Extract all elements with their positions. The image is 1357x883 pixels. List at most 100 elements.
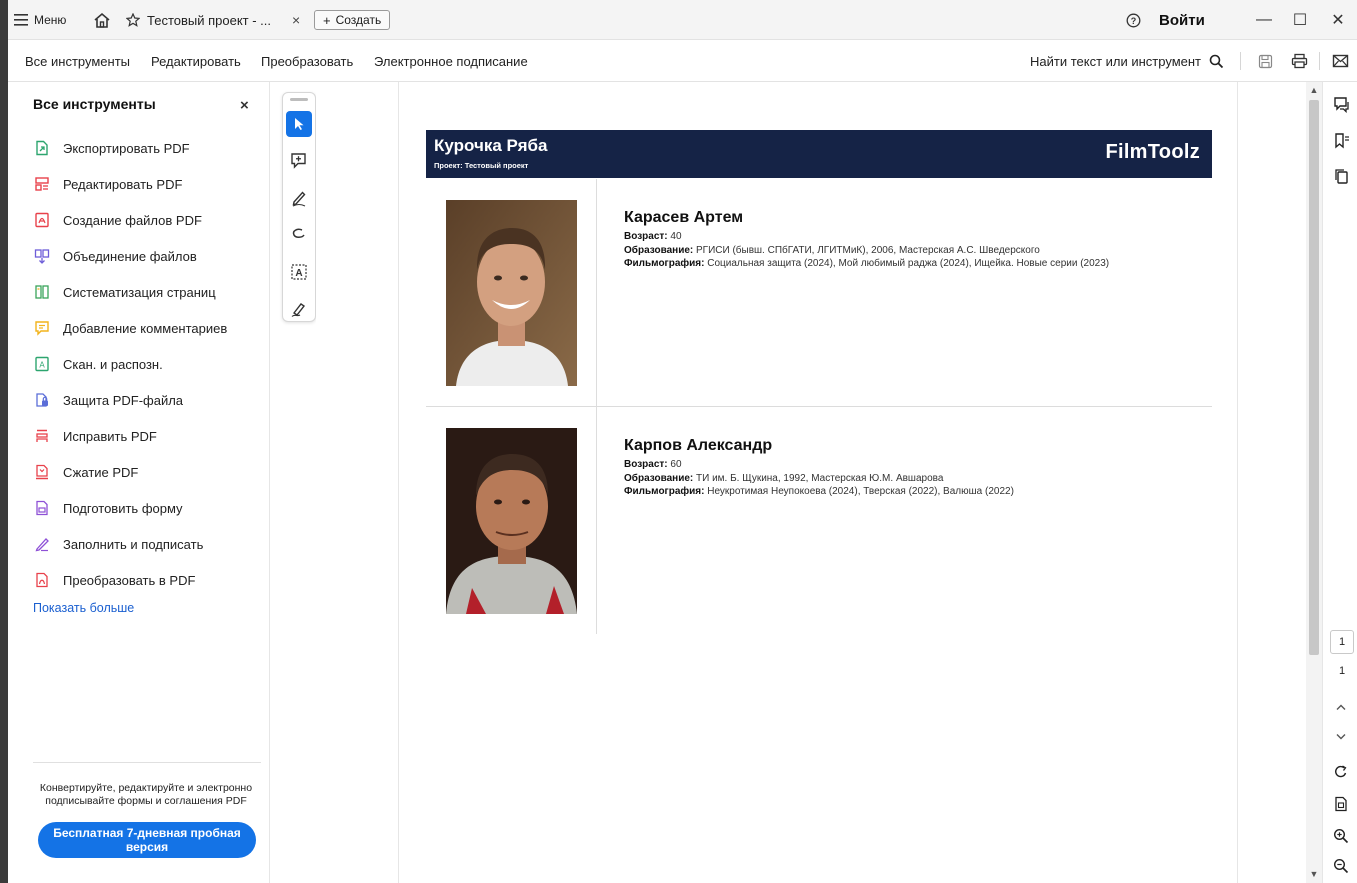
save-button[interactable] xyxy=(1255,51,1275,71)
zoom-in-icon xyxy=(1333,828,1349,844)
tool-edit-pdf[interactable]: Редактировать PDF xyxy=(33,172,182,196)
page-thumbnails-button[interactable] xyxy=(1331,166,1351,186)
page-fit-icon xyxy=(1335,796,1347,812)
menu-label: Меню xyxy=(34,13,67,27)
bookmark-icon xyxy=(1334,132,1349,149)
tool-fill-sign[interactable]: Заполнить и подписать xyxy=(33,532,203,556)
scrollbar-thumb[interactable] xyxy=(1309,100,1319,655)
search-tools-label: Найти текст или инструмент xyxy=(1030,53,1201,69)
help-button[interactable]: ? xyxy=(1123,0,1143,40)
actor-card: Карасев Артем Возраст: 40 Образование: Р… xyxy=(426,179,1212,406)
tool-redact-pdf[interactable]: Исправить PDF xyxy=(33,424,157,448)
tool-combine-files[interactable]: Объединение файлов xyxy=(33,244,197,268)
filmography-label: Фильмография: xyxy=(624,486,705,497)
bookmarks-panel-button[interactable] xyxy=(1331,130,1351,150)
print-icon xyxy=(1291,53,1307,69)
maximize-button[interactable]: ☐ xyxy=(1285,0,1315,40)
vertical-scrollbar[interactable]: ▲ ▼ xyxy=(1306,82,1322,883)
menu-e-sign[interactable]: Электронное подписание xyxy=(374,40,528,82)
free-trial-button[interactable]: Бесплатная 7-дневная пробная версия xyxy=(38,822,256,858)
lasso-icon xyxy=(292,228,305,238)
tab-close-icon[interactable]: × xyxy=(292,12,300,28)
zoom-out-button[interactable] xyxy=(1331,856,1351,876)
document-viewport[interactable]: Курочка Ряба Проект: Тестовый проект Fil… xyxy=(316,82,1316,883)
home-icon xyxy=(94,12,110,28)
page-fit-button[interactable] xyxy=(1331,794,1351,814)
menu-button[interactable]: Меню xyxy=(14,0,66,40)
home-button[interactable] xyxy=(90,0,114,40)
photo-cell xyxy=(426,179,597,406)
actor-name: Карасев Артем xyxy=(624,209,744,226)
next-page-button[interactable] xyxy=(1331,727,1351,747)
tool-label: Создание файлов PDF xyxy=(63,212,202,228)
tool-label: Сжатие PDF xyxy=(63,464,139,480)
current-page-input[interactable]: 1 xyxy=(1330,630,1354,654)
menu-all-tools[interactable]: Все инструменты xyxy=(25,40,130,82)
actor-education: Образование: РГИСИ (бывш. СПбГАТИ, ЛГИТМ… xyxy=(624,244,1109,258)
tool-protect-pdf[interactable]: Защита PDF-файла xyxy=(33,388,183,412)
export-pdf-icon xyxy=(33,139,51,157)
lasso-tool-button[interactable] xyxy=(286,222,312,248)
text-select-tool-button[interactable]: A xyxy=(286,259,312,285)
actor-info: Карасев Артем Возраст: 40 Образование: Р… xyxy=(624,209,1109,271)
tool-compress-pdf[interactable]: Сжатие PDF xyxy=(33,460,138,484)
previous-page-button[interactable] xyxy=(1331,697,1351,717)
age-value: 60 xyxy=(670,459,682,470)
add-comment-tool-button[interactable] xyxy=(286,148,312,174)
pdf-page: Курочка Ряба Проект: Тестовый проект Fil… xyxy=(398,82,1238,883)
compress-pdf-icon xyxy=(33,463,51,481)
tool-scan-ocr[interactable]: A Скан. и распозн. xyxy=(33,352,163,376)
create-label: Создать xyxy=(335,13,382,27)
redact-pdf-icon xyxy=(33,427,51,445)
tool-add-comments[interactable]: Добавление комментариев xyxy=(33,316,227,340)
tool-export-pdf[interactable]: Экспортировать PDF xyxy=(33,136,190,160)
rail-drag-handle[interactable] xyxy=(290,98,308,101)
pages-icon xyxy=(1334,168,1348,184)
scroll-down-arrow-icon[interactable]: ▼ xyxy=(1306,869,1322,879)
tool-label: Исправить PDF xyxy=(63,428,157,444)
rotate-button[interactable] xyxy=(1331,762,1351,782)
create-button[interactable]: + Создать xyxy=(314,10,391,30)
quick-tools-rail: A xyxy=(282,92,316,322)
filmography-value: Неукротимая Неупокоева (2024), Тверская … xyxy=(707,486,1014,497)
panel-close-icon[interactable]: × xyxy=(240,97,249,114)
brand-logo: FilmToolz xyxy=(1105,141,1200,163)
close-window-button[interactable]: ✕ xyxy=(1323,0,1353,40)
prepare-form-icon xyxy=(33,499,51,517)
combine-files-icon xyxy=(33,247,51,265)
tool-prepare-form[interactable]: Подготовить форму xyxy=(33,496,183,520)
login-button[interactable]: Войти xyxy=(1159,0,1205,40)
menu-convert[interactable]: Преобразовать xyxy=(261,40,353,82)
document-title: Курочка Ряба xyxy=(434,136,548,155)
chevron-up-icon xyxy=(1336,704,1346,710)
minimize-button[interactable]: — xyxy=(1249,0,1279,40)
email-button[interactable] xyxy=(1330,51,1350,71)
search-tools[interactable]: Найти текст или инструмент xyxy=(1030,40,1224,82)
draw-tool-button[interactable] xyxy=(286,185,312,211)
document-tab[interactable]: Тестовый проект - ... × xyxy=(126,0,300,40)
age-label: Возраст: xyxy=(624,459,668,470)
cursor-arrow-icon xyxy=(295,118,304,130)
tool-organize-pages[interactable]: Систематизация страниц xyxy=(33,280,216,304)
tool-create-pdf[interactable]: Создание файлов PDF xyxy=(33,208,202,232)
actor-photo xyxy=(446,200,577,386)
actor-filmography: Фильмография: Социальная защита (2024), … xyxy=(624,257,1109,271)
sign-tool-button[interactable] xyxy=(286,296,312,322)
menu-edit[interactable]: Редактировать xyxy=(151,40,241,82)
zoom-in-button[interactable] xyxy=(1331,826,1351,846)
tool-label: Защита PDF-файла xyxy=(63,392,184,408)
protect-pdf-icon xyxy=(33,391,51,409)
tool-convert-to-pdf[interactable]: Преобразовать в PDF xyxy=(33,568,195,592)
search-icon xyxy=(1209,54,1224,68)
edit-pdf-icon xyxy=(33,175,51,193)
education-label: Образование: xyxy=(624,244,694,256)
star-icon[interactable] xyxy=(126,13,140,27)
select-tool-button[interactable] xyxy=(286,111,312,137)
comments-icon xyxy=(1333,96,1349,113)
print-button[interactable] xyxy=(1289,51,1309,71)
comments-panel-button[interactable] xyxy=(1331,94,1351,114)
tab-title: Тестовый проект - ... xyxy=(147,12,272,28)
scroll-up-arrow-icon[interactable]: ▲ xyxy=(1306,85,1322,95)
show-more-link[interactable]: Показать больше xyxy=(33,601,134,615)
title-bar: Меню Тестовый проект - ... × + Создать ?… xyxy=(8,0,1357,40)
